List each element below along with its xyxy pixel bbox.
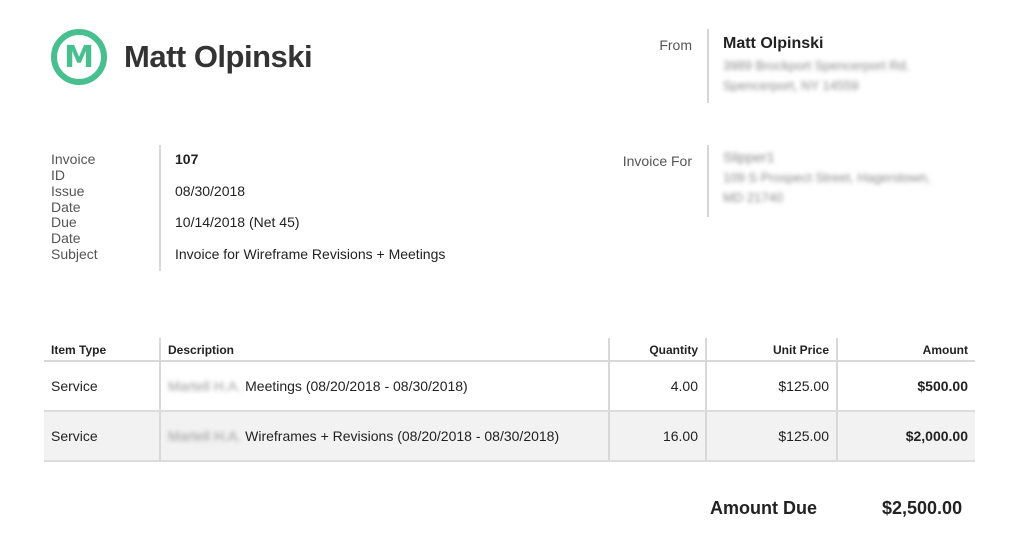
column-header-item-type: Item Type (44, 338, 160, 362)
invoice-for-label: Invoice For (622, 153, 692, 169)
meta-label: Due Date (51, 214, 81, 246)
description-text: Wireframes + Revisions (08/20/2018 - 08/… (245, 428, 560, 444)
from-label: From (659, 37, 692, 53)
subject-value: Invoice for Wireframe Revisions + Meetin… (175, 245, 446, 262)
client-address-line1: 109 S Prospect Street, Hagerstown, (723, 170, 931, 185)
from-address-block: Matt Olpinski 3989 Brockport Spencerport… (707, 29, 1013, 103)
table-row: Service Martell H.A. Meetings (08/20/2018… (44, 361, 975, 412)
client-name-redacted: Martell H.A. (168, 428, 242, 444)
table-row: Service Martell H.A. Wireframes + Revisio… (44, 411, 975, 462)
column-header-description: Description (159, 338, 609, 362)
brand-logo: M Matt Olpinski (51, 29, 313, 85)
meta-label: Issue Date (51, 182, 85, 215)
item-type-cell: Service (44, 361, 160, 412)
line-items-table: Item Type Description Quantity Unit Pric… (44, 338, 975, 462)
description-cell: Martell H.A. Meetings (08/20/2018 - 08/30… (159, 361, 609, 412)
column-header-unit-price: Unit Price (705, 338, 837, 362)
client-address-line2: MD 21740 (723, 190, 783, 205)
table-header-row: Item Type Description Quantity Unit Pric… (44, 338, 975, 362)
description-cell: Martell H.A. Wireframes + Revisions (08/2… (159, 411, 609, 462)
client-name: Slipper1 (723, 149, 775, 165)
meta-label: Invoice ID (51, 151, 96, 183)
item-type-cell: Service (44, 411, 160, 462)
brand-name: Matt Olpinski (124, 39, 313, 74)
due-date-value: 10/14/2018 (Net 45) (175, 214, 300, 230)
issue-date-value: 08/30/2018 (175, 182, 246, 199)
unit-price-cell: $125.00 (705, 411, 837, 462)
meta-divider (159, 145, 161, 271)
from-name: Matt Olpinski (723, 35, 824, 52)
invoice-for-block: Slipper1 109 S Prospect Street, Hagersto… (707, 145, 1013, 217)
client-name-redacted: Martell H.A. (168, 378, 242, 394)
unit-price-cell: $125.00 (705, 361, 837, 412)
from-address-line1: 3989 Brockport Spencerport Rd. (723, 58, 910, 73)
description-text: Meetings (08/20/2018 - 08/30/2018) (245, 378, 468, 394)
from-address-line2: Spencerport, NY 14559 (723, 78, 859, 93)
amount-due-label: Amount Due (710, 498, 817, 518)
quantity-cell: 16.00 (608, 411, 706, 462)
column-header-quantity: Quantity (608, 338, 706, 362)
logo-mark-icon: M (51, 29, 107, 85)
meta-label: Subject (51, 245, 98, 262)
quantity-cell: 4.00 (608, 361, 706, 412)
amount-cell: $500.00 (836, 361, 975, 412)
column-header-amount: Amount (836, 338, 975, 362)
amount-cell: $2,000.00 (836, 411, 975, 462)
invoice-id-value: 107 (175, 151, 199, 167)
amount-due-value: $2,500.00 (882, 498, 963, 518)
